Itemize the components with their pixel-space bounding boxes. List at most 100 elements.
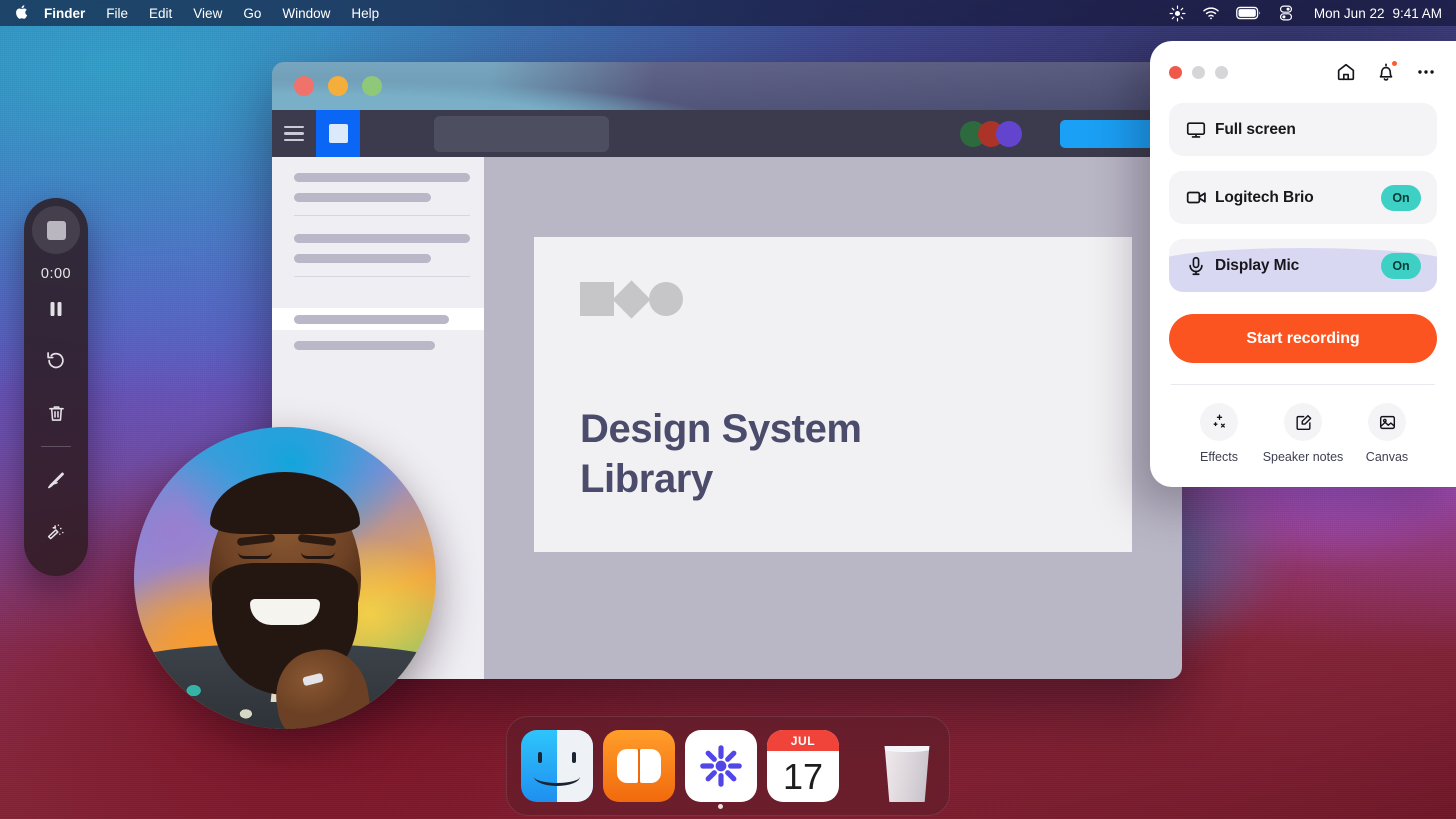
- hair: [210, 472, 360, 535]
- square-glyph: [328, 124, 348, 143]
- monitor-icon: [1185, 119, 1215, 141]
- effects-label: Effects: [1200, 450, 1238, 464]
- image-icon-wrap: [1368, 403, 1406, 441]
- diamond-shape-icon: [612, 279, 651, 319]
- recorder-panel[interactable]: Full screen Logitech Brio On Display Mic…: [1150, 41, 1456, 487]
- slide-shapes: [580, 279, 1132, 319]
- camera-toggle[interactable]: On: [1381, 184, 1421, 211]
- menu-item-file[interactable]: File: [106, 6, 128, 21]
- canvas-button[interactable]: Canvas: [1345, 403, 1429, 464]
- source-camera[interactable]: Logitech Brio On: [1169, 171, 1437, 224]
- pen-icon: [48, 472, 64, 489]
- mic-toggle[interactable]: On: [1381, 252, 1421, 279]
- menu-item-help[interactable]: Help: [351, 6, 379, 21]
- app-window-traffic-lights[interactable]: [294, 76, 382, 96]
- panel-traffic-lights[interactable]: [1169, 65, 1228, 79]
- skeleton-bar: [294, 341, 435, 350]
- eye-right: [300, 552, 335, 560]
- hamburger-bar: [284, 138, 304, 142]
- source-microphone[interactable]: Display Mic On: [1169, 239, 1437, 292]
- app-window-titlebar: [272, 62, 1182, 110]
- avatar[interactable]: [996, 120, 1022, 147]
- restart-button[interactable]: [31, 336, 81, 386]
- menu-bar-status: Mon Jun 22 9:41 AM: [1169, 4, 1442, 22]
- titlebar-tint: [272, 62, 1182, 110]
- start-recording-button[interactable]: Start recording: [1169, 314, 1437, 363]
- minimize-button[interactable]: [1192, 65, 1205, 79]
- battery-button[interactable]: [1236, 6, 1262, 20]
- trash-lid: [884, 746, 930, 752]
- trash-icon: [48, 405, 64, 421]
- minimize-button[interactable]: [328, 76, 348, 96]
- more-options-button[interactable]: [1415, 61, 1437, 83]
- finder-eye-right: [572, 751, 577, 763]
- home-button[interactable]: [1335, 61, 1357, 83]
- close-button[interactable]: [1169, 65, 1182, 79]
- mouth: [250, 599, 320, 626]
- books-glyph: [617, 749, 661, 783]
- control-center-icon: [1279, 5, 1292, 21]
- source-full-screen[interactable]: Full screen: [1169, 103, 1437, 156]
- close-button[interactable]: [294, 76, 314, 96]
- delete-button[interactable]: [31, 388, 81, 438]
- panel-header: [1169, 41, 1437, 103]
- webcam-bubble[interactable]: [134, 427, 436, 729]
- notifications-button[interactable]: [1375, 60, 1398, 83]
- menu-item-edit[interactable]: Edit: [149, 6, 172, 21]
- skeleton-bar: [294, 193, 432, 202]
- control-center-button[interactable]: [1278, 5, 1294, 21]
- trash-can-glyph: [884, 746, 930, 802]
- menu-bar[interactable]: Finder File Edit View Go Window Help Mon…: [0, 0, 1456, 26]
- effects-button[interactable]: Effects: [1177, 403, 1261, 464]
- sidebar-item-active[interactable]: [272, 308, 484, 330]
- hamburger-icon[interactable]: [272, 110, 316, 157]
- skeleton-bar: [294, 315, 449, 324]
- menu-item-finder[interactable]: Finder: [44, 6, 85, 21]
- menu-item-window[interactable]: Window: [282, 6, 330, 21]
- wifi-button[interactable]: [1202, 4, 1220, 22]
- source-label: Display Mic: [1215, 256, 1300, 274]
- zoom-button[interactable]: [1215, 65, 1228, 79]
- dock-item-trash[interactable]: [871, 730, 943, 802]
- skeleton-bar: [294, 254, 432, 263]
- book-page-left: [617, 749, 638, 783]
- dock-item-calendar[interactable]: JUL 17: [767, 730, 839, 802]
- search-input[interactable]: [434, 115, 609, 152]
- menu-bar-date[interactable]: Mon Jun 22: [1314, 6, 1385, 21]
- menu-item-go[interactable]: Go: [243, 6, 261, 21]
- sparkles-icon-wrap: [1200, 403, 1238, 441]
- draw-button[interactable]: [31, 455, 81, 505]
- menu-item-view[interactable]: View: [193, 6, 222, 21]
- speaker-notes-label: Speaker notes: [1262, 450, 1344, 464]
- brightness-button[interactable]: [1169, 5, 1186, 22]
- slide[interactable]: Design System Library: [534, 237, 1132, 552]
- dock[interactable]: JUL 17: [506, 716, 950, 816]
- dock-item-books[interactable]: [603, 730, 675, 802]
- collaborator-avatars[interactable]: [960, 120, 1022, 147]
- desktop: Design System Library 0:00 Full screen L…: [0, 0, 1456, 819]
- stop-recording-button[interactable]: [32, 206, 80, 254]
- zoom-button[interactable]: [362, 76, 382, 96]
- menu-bar-time[interactable]: 9:41 AM: [1392, 6, 1442, 21]
- recording-toolbar[interactable]: 0:00: [24, 198, 88, 576]
- slide-title: Design System Library: [580, 404, 1132, 505]
- app-canvas[interactable]: Design System Library: [484, 157, 1182, 679]
- canvas-label: Canvas: [1365, 450, 1409, 464]
- square-tool-icon[interactable]: [316, 110, 360, 157]
- magic-wand-icon: [47, 524, 64, 540]
- note-edit-icon-wrap: [1284, 403, 1322, 441]
- pause-icon: [50, 302, 62, 316]
- book-spine: [637, 749, 641, 783]
- calendar-month: JUL: [767, 730, 839, 751]
- speaker-notes-button[interactable]: Speaker notes: [1261, 403, 1345, 464]
- dock-item-app[interactable]: [685, 730, 757, 802]
- skeleton-bar: [294, 173, 470, 182]
- apple-logo-icon[interactable]: [14, 4, 28, 23]
- panel-actions: Effects Speaker notes Canvas: [1169, 385, 1437, 464]
- magic-button[interactable]: [31, 507, 81, 557]
- pause-button[interactable]: [31, 284, 81, 334]
- finder-face-right: [557, 730, 593, 802]
- asterisk-app-icon: [700, 745, 742, 787]
- dock-item-finder[interactable]: [521, 730, 593, 802]
- sidebar-divider: [294, 276, 470, 277]
